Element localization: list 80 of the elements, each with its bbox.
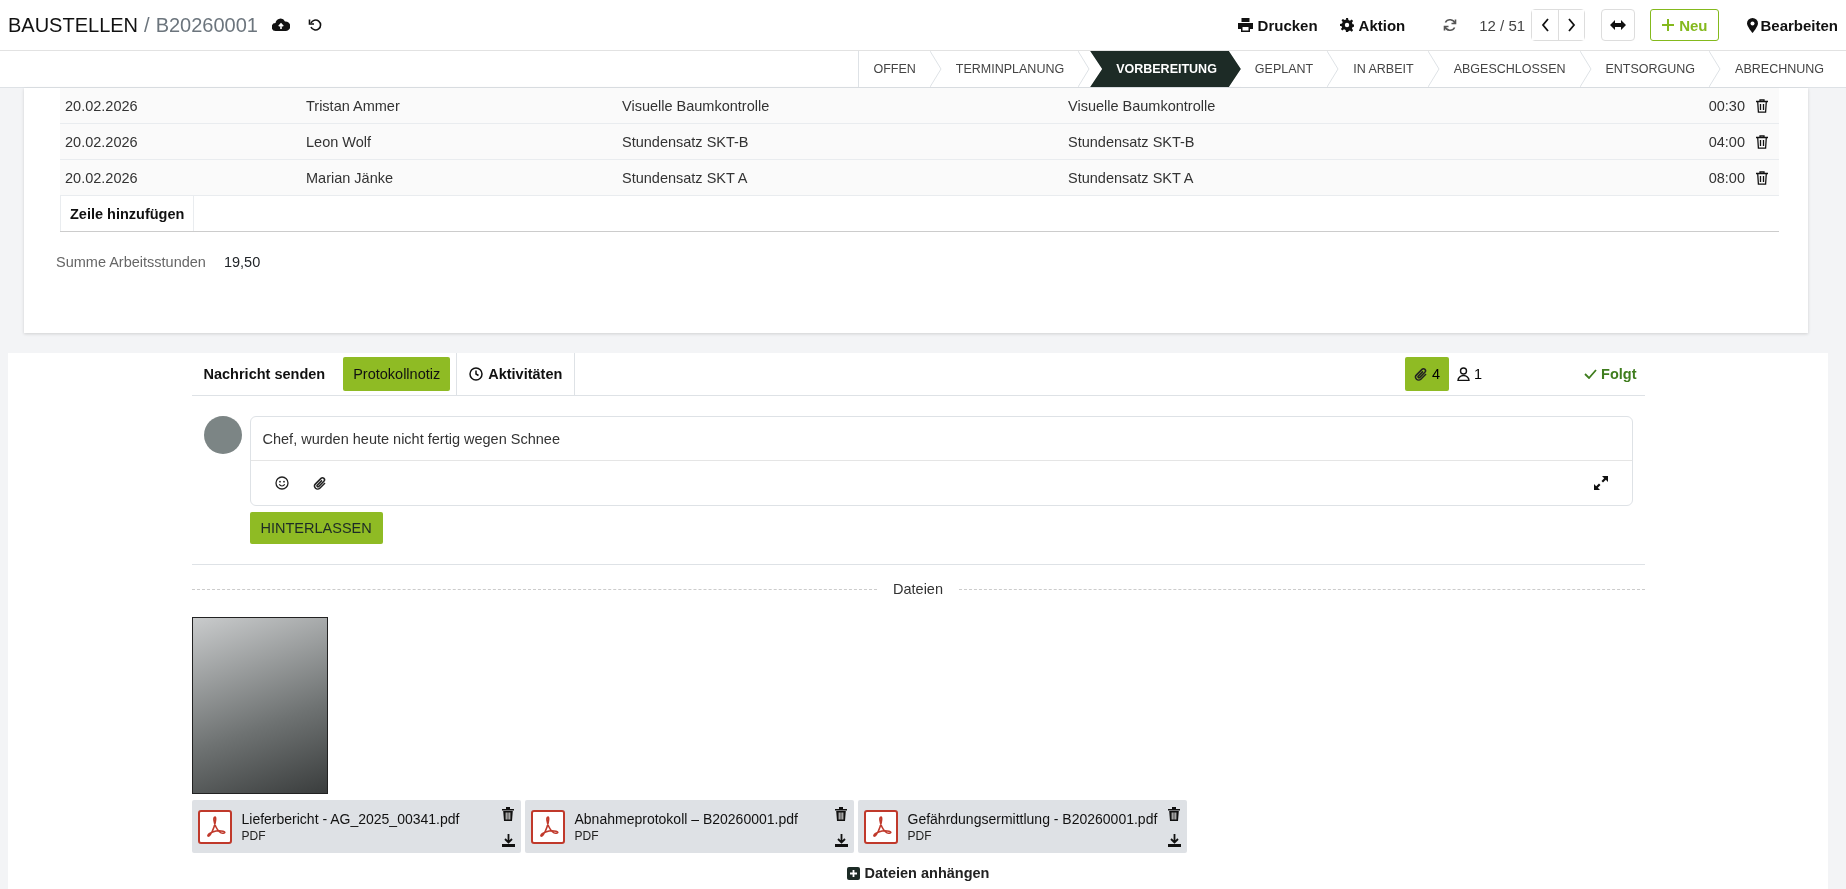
employee-cell-text: Tristan Ammer (306, 97, 401, 114)
avatar-circle (203, 416, 242, 454)
pager-value: 12 / 51 (1479, 16, 1526, 34)
file-type: PDF (907, 828, 933, 843)
date-cell-text: 20.02.2026 (64, 133, 139, 150)
stage-tab[interactable]: VORBEREITUNG (1090, 51, 1241, 87)
trash-icon[interactable] (502, 806, 514, 821)
plus-icon (1662, 19, 1675, 31)
date-cell-text: 20.02.2026 (64, 169, 139, 186)
paperclip-icon[interactable] (312, 475, 327, 491)
next-button[interactable] (1558, 10, 1585, 40)
person-icon (1457, 367, 1470, 381)
print-button[interactable]: Drucken (1237, 16, 1318, 34)
attachments-button[interactable]: 4 (1404, 357, 1449, 391)
message-input-field[interactable]: Chef, wurden heute nicht fertig wegen Schnee (250, 417, 1632, 461)
action-button[interactable]: Aktion (1339, 16, 1406, 34)
total-label: Summe Arbeitsstunden (56, 254, 206, 270)
chatter-tab[interactable]: Aktivitäten (456, 353, 576, 395)
paperclip-icon (1413, 366, 1428, 382)
trash-icon[interactable] (1756, 170, 1768, 185)
total-value: 19,50 (223, 254, 261, 270)
chevron-right-icon (1567, 18, 1577, 32)
trash-icon[interactable] (1756, 98, 1768, 113)
file-name: Abnahmeprotokoll – B20260001.pdf (574, 810, 799, 827)
edit-button[interactable]: Bearbeiten (1747, 16, 1838, 34)
check-icon (1584, 369, 1598, 379)
breadcrumb-separator: / (144, 13, 150, 37)
attach-files-button[interactable]: Dateien anhängen (846, 865, 990, 881)
pdf-file-icon (530, 809, 565, 844)
download-icon[interactable] (501, 833, 515, 847)
description-cell-text: Visuelle Baumkontrolle (1068, 97, 1217, 114)
hours-cell-text: 00:30 (1707, 97, 1745, 114)
smiley-icon[interactable] (274, 476, 289, 490)
hours-cell-text: 04:00 (1707, 133, 1745, 150)
trash-icon[interactable] (1756, 134, 1768, 149)
file-name: Gefährdungsermittlung - B20260001.pdf (907, 810, 1158, 827)
employee-cell-text: Leon Wolf (306, 133, 373, 150)
refresh-icon[interactable] (1443, 18, 1458, 32)
chatter-tab[interactable]: Protokollnotiz (343, 357, 451, 391)
photo-placeholder[interactable] (191, 617, 328, 794)
double-arrow-icon (1610, 20, 1627, 30)
plus-square-icon (846, 866, 860, 880)
download-icon[interactable] (1167, 833, 1181, 847)
undo-icon[interactable] (307, 18, 322, 32)
pdf-file-icon (863, 809, 898, 844)
submit-button[interactable]: HINTERLASSEN (249, 512, 383, 544)
gear-icon (1339, 18, 1354, 32)
printer-icon (1237, 18, 1253, 32)
message-composer[interactable]: Chef, wurden heute nicht fertig wegen Schnee (249, 416, 1633, 506)
file-type: PDF (241, 828, 267, 843)
trash-icon[interactable] (835, 806, 847, 821)
description-cell-text: Stundensatz SKT A (1068, 169, 1195, 186)
clock-icon (469, 367, 484, 381)
map-pin-icon (1747, 17, 1759, 33)
description-cell-text: Stundensatz SKT-B (1068, 133, 1196, 150)
fullscreen-icon[interactable] (1593, 476, 1608, 490)
date-cell-text: 20.02.2026 (64, 97, 139, 114)
pdf-file-icon (197, 809, 232, 844)
trash-icon[interactable] (1168, 806, 1180, 821)
attachment-card[interactable]: Abnahmeprotokoll – B20260001.pdf PDF (524, 800, 854, 853)
product-cell-text: Stundensatz SKT-B (622, 133, 750, 150)
cloud-upload-icon[interactable] (271, 18, 290, 32)
files-heading: Dateien (893, 581, 943, 597)
attachment-card[interactable]: Gefährdungsermittlung - B20260001.pdf PDF (857, 800, 1187, 853)
file-type: PDF (574, 828, 600, 843)
add-line-button[interactable]: Zeile hinzufügen (60, 196, 195, 231)
chatter-tab[interactable]: Nachricht senden (191, 353, 338, 395)
hours-cell-text: 08:00 (1707, 169, 1745, 186)
chevron-left-icon (1540, 18, 1550, 32)
follow-button[interactable]: Folgt (1576, 366, 1645, 382)
record-title: B20260001 (155, 13, 258, 37)
attachment-card[interactable]: Lieferbericht - AG_2025_00341.pdf PDF (191, 800, 521, 853)
product-cell-text: Stundensatz SKT A (622, 169, 749, 186)
product-cell-text: Visuelle Baumkontrolle (622, 97, 771, 114)
file-name: Lieferbericht - AG_2025_00341.pdf (241, 810, 461, 827)
followers-button[interactable]: 1 (1449, 366, 1491, 382)
breadcrumb-link[interactable]: BAUSTELLEN (8, 13, 139, 37)
employee-cell-text: Marian Jänke (306, 169, 395, 186)
expand-button[interactable] (1601, 9, 1636, 41)
download-icon[interactable] (834, 833, 848, 847)
